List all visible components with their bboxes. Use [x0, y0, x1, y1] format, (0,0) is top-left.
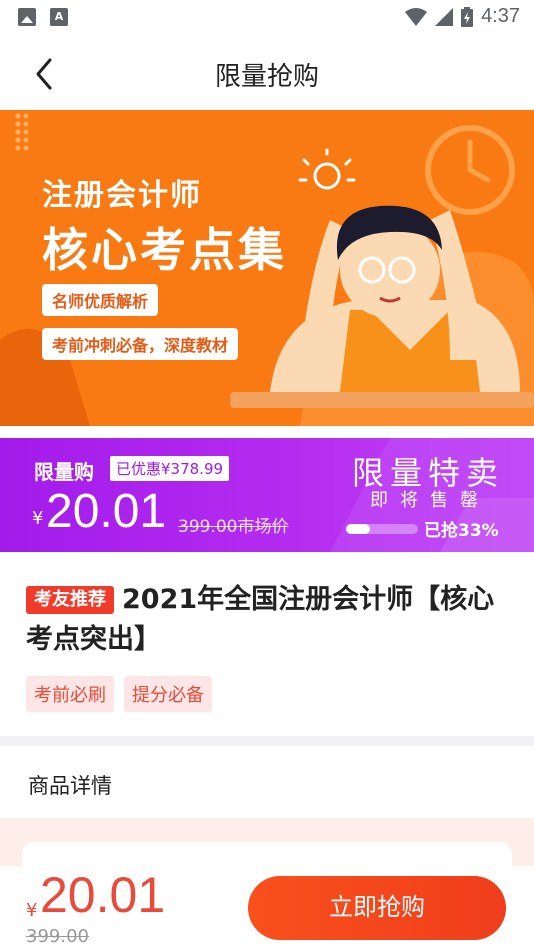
- status-time: 4:37: [481, 5, 520, 27]
- bottom-original-price: 399.00: [26, 926, 89, 947]
- banner-tag-material: 考前冲刺必备，深度教材: [42, 328, 239, 360]
- flash-currency: ¥: [32, 508, 44, 529]
- status-system: 4:37: [405, 5, 520, 28]
- flash-sale-bar: 限量购 已优惠¥378.99 ¥ 20.01 399.00市场价 限量特卖 即将…: [0, 438, 534, 552]
- product-tag: 提分必备: [124, 676, 212, 712]
- banner-subtitle: 注册会计师: [42, 178, 202, 213]
- battery-icon: [461, 6, 474, 27]
- buy-now-button[interactable]: 立即抢购: [248, 876, 506, 940]
- page-title: 限量抢购: [214, 62, 319, 92]
- bottom-bar: ¥ 20.01 399.00 立即抢购: [0, 866, 534, 950]
- sold-progress-text: 已抢33%: [424, 521, 499, 541]
- sold-progress-fill: [346, 524, 370, 534]
- status-bar: A 4:37: [0, 0, 534, 36]
- status-notifications: A: [18, 8, 68, 26]
- flash-right-subtitle: 即将售罄: [370, 490, 490, 511]
- detail-section-title: 商品详情: [28, 774, 112, 798]
- navbar: 限量抢购: [0, 36, 534, 108]
- recommend-badge: 考友推荐: [26, 586, 114, 614]
- flash-label: 限量购: [34, 460, 94, 484]
- flash-original-price: 399.00市场价: [178, 517, 289, 537]
- section-divider: [0, 736, 534, 746]
- bottom-price: 20.01: [40, 867, 166, 923]
- product-title: 考友推荐 2021年全国注册会计师【核心考点突出】: [26, 580, 516, 660]
- product-tag: 考前必刷: [26, 676, 114, 712]
- banner-title: 核心考点集: [42, 223, 287, 277]
- promo-banner[interactable]: 注册会计师 核心考点集 名师优质解析 考前冲刺必备，深度教材: [0, 110, 534, 426]
- banner-tag-teacher: 名师优质解析: [42, 284, 159, 316]
- image-notification-icon: [18, 8, 36, 26]
- signal-icon: [435, 7, 454, 26]
- wifi-icon: [405, 7, 428, 26]
- bottom-currency: ¥: [26, 900, 38, 921]
- sold-progress-bar: [346, 524, 418, 534]
- product-info: 考友推荐 2021年全国注册会计师【核心考点突出】 考前必刷 提分必备: [0, 560, 534, 736]
- app-notification-icon: A: [50, 8, 68, 26]
- discount-badge: 已优惠¥378.99: [110, 456, 230, 481]
- flash-price: 20.01: [46, 485, 167, 538]
- product-tags: 考前必刷 提分必备: [26, 676, 212, 712]
